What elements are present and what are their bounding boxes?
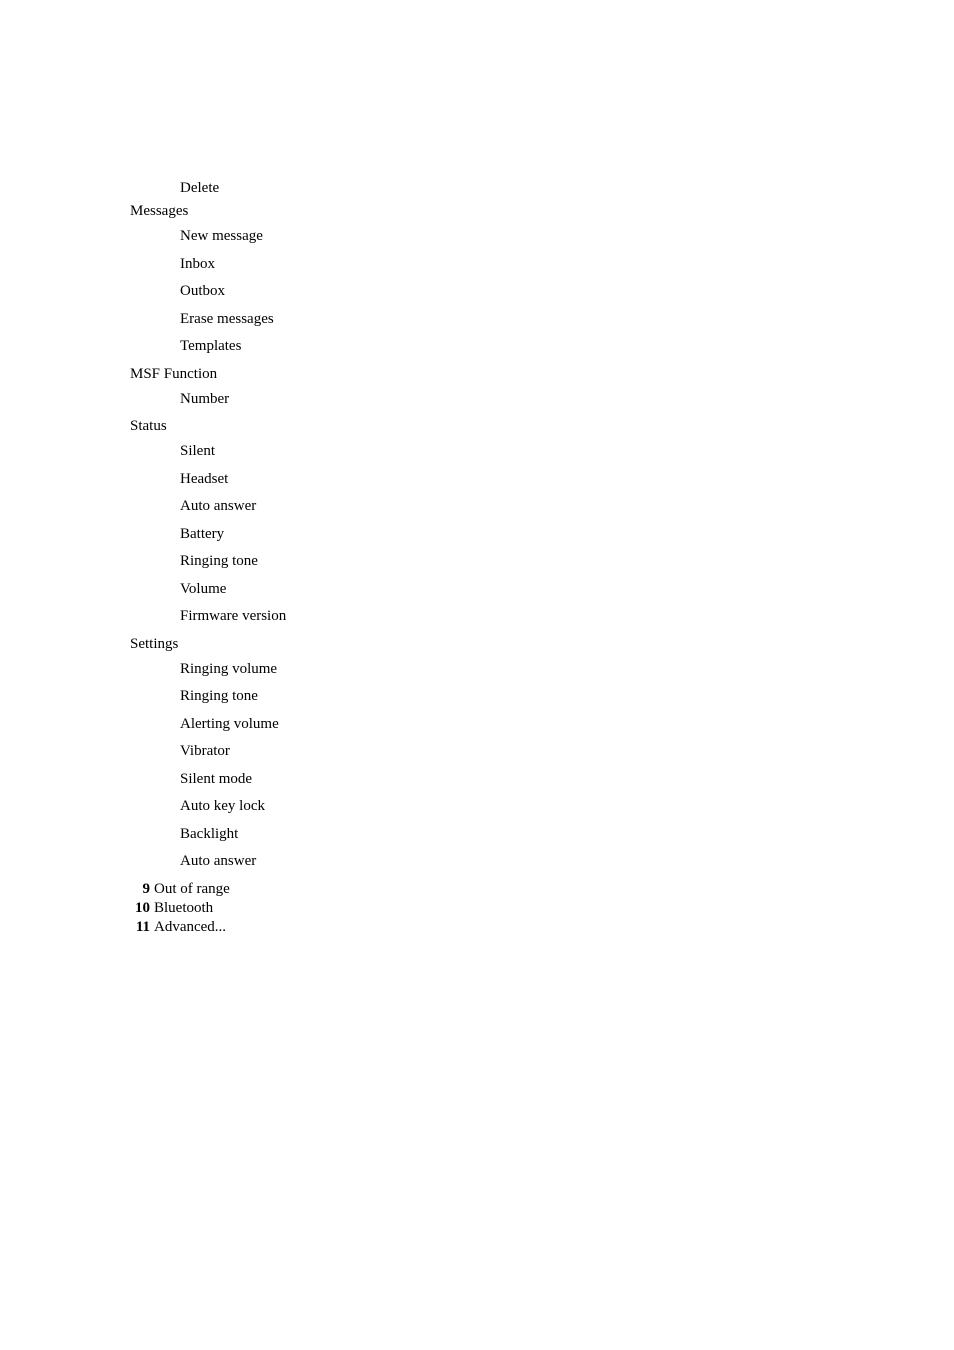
numbered-item-num-2: 11: [130, 919, 150, 936]
sub-item-2-0: Silent: [130, 439, 954, 465]
section-3: Settings Ringing volumeRinging toneAlerti…: [130, 636, 954, 875]
numbered-item-label-0: Out of range: [154, 881, 230, 898]
numbered-item-label-2: Advanced...: [154, 919, 226, 936]
sub-item-3-6: Backlight: [130, 822, 954, 848]
sub-item-3-7: Auto answer: [130, 849, 954, 875]
section-heading-3: Settings: [130, 636, 954, 653]
sub-item-0-1: Inbox: [130, 252, 954, 278]
section-heading-1: MSF Function: [130, 366, 954, 383]
sub-item-3-4: Silent mode: [130, 767, 954, 793]
sub-item-2-5: Volume: [130, 577, 954, 603]
sub-item-3-5: Auto key lock: [130, 794, 954, 820]
section-heading-0: Messages: [130, 203, 954, 220]
sub-item-2-1: Headset: [130, 467, 954, 493]
sub-item-0-3: Erase messages: [130, 307, 954, 333]
sub-item-3-1: Ringing tone: [130, 684, 954, 710]
numbered-item-num-0: 9: [130, 881, 150, 898]
sub-item-3-2: Alerting volume: [130, 712, 954, 738]
sub-item-0-2: Outbox: [130, 279, 954, 305]
section-1: MSF Function Number: [130, 366, 954, 413]
page-content: Delete Messages New messageInboxOutboxEra…: [0, 180, 954, 936]
sub-item-0-0: New message: [130, 224, 954, 250]
sub-item-3-3: Vibrator: [130, 739, 954, 765]
sub-item-1-0: Number: [130, 387, 954, 413]
numbered-item-num-1: 10: [130, 900, 150, 917]
sub-item-2-2: Auto answer: [130, 494, 954, 520]
delete-label: Delete: [180, 180, 219, 196]
numbered-item-1: 10Bluetooth: [130, 900, 954, 917]
delete-item: Delete: [130, 180, 954, 197]
sub-item-2-3: Battery: [130, 522, 954, 548]
sub-item-0-4: Templates: [130, 334, 954, 360]
sub-item-2-6: Firmware version: [130, 604, 954, 630]
sub-item-2-4: Ringing tone: [130, 549, 954, 575]
numbered-item-0: 9Out of range: [130, 881, 954, 898]
numbered-item-2: 11Advanced...: [130, 919, 954, 936]
numbered-item-label-1: Bluetooth: [154, 900, 213, 917]
section-heading-2: Status: [130, 418, 954, 435]
sub-item-3-0: Ringing volume: [130, 657, 954, 683]
section-0: Messages New messageInboxOutboxErase mess…: [130, 203, 954, 360]
section-2: Status SilentHeadsetAuto answerBatteryRin…: [130, 418, 954, 630]
